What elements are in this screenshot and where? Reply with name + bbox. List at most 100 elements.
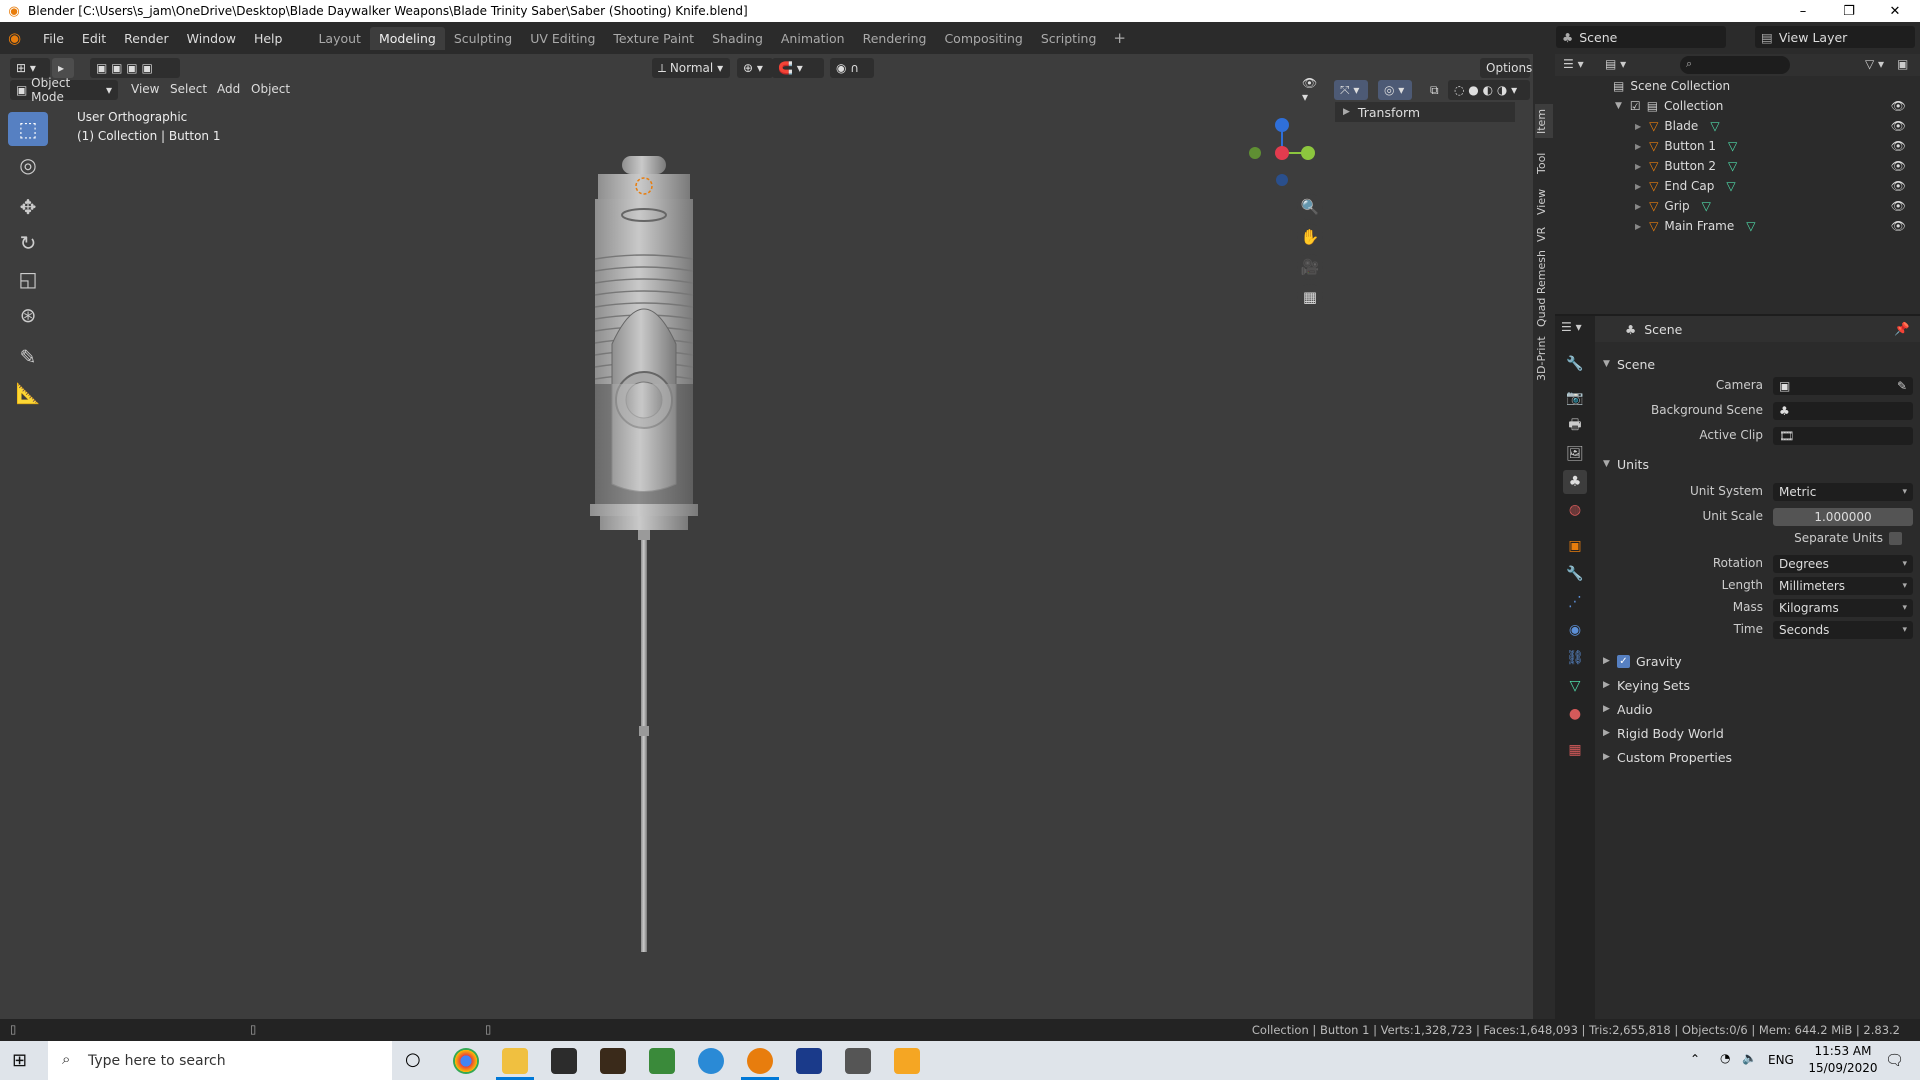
visibility-eye-icon[interactable]: 👁 [1891, 119, 1906, 133]
expand-arrow-icon[interactable]: ▶ [1635, 142, 1641, 151]
tab-layout[interactable]: Layout [309, 27, 370, 50]
mode-dropdown[interactable]: ▣ Object Mode ▾ [10, 76, 118, 104]
mail-icon[interactable] [845, 1048, 871, 1074]
visibility-eye-icon[interactable]: 👁 [1891, 219, 1906, 233]
visibility-eye-icon[interactable]: 👁 [1891, 199, 1906, 213]
gravity-checkbox[interactable]: ✓ [1617, 654, 1630, 668]
network-icon[interactable]: ◔ [1720, 1051, 1730, 1065]
knife-model[interactable] [570, 94, 720, 974]
visibility-eye-icon[interactable]: 👁 [1891, 179, 1906, 193]
panel-scene[interactable]: ▼ Scene [1595, 353, 1920, 375]
viewport-menu-object[interactable]: Object [251, 82, 290, 96]
blender-menu-icon[interactable]: ◉ [8, 29, 34, 47]
menu-file[interactable]: File [34, 31, 73, 46]
tab-item[interactable]: Item [1535, 104, 1553, 138]
tab-tool[interactable]: Tool [1535, 146, 1553, 180]
background-scene-field[interactable]: ♣ [1773, 402, 1913, 420]
editor-type-button[interactable]: ⊞ ▾ [10, 58, 50, 78]
tool-tab-icon[interactable]: 🔧 [1563, 352, 1587, 376]
panel-units[interactable]: ▼ Units [1595, 453, 1920, 475]
zoom-icon[interactable]: 🔍 [1297, 194, 1323, 220]
outliner-scene-collection[interactable]: ▤ Scene Collection [1555, 76, 1920, 96]
transform-panel-header[interactable]: ▶ Transform [1335, 102, 1515, 122]
notifications-icon[interactable]: 🗨 [1885, 1051, 1904, 1069]
pin-icon[interactable]: 📌 [1894, 321, 1910, 337]
outliner-object-button-1[interactable]: ▶ ▽ Button 1 ▽ 👁 [1555, 136, 1920, 156]
filter-icon[interactable]: ▽ ▾ [1865, 57, 1884, 71]
visibility-eye-icon[interactable]: 👁 [1891, 99, 1906, 113]
app-icon-2[interactable] [600, 1048, 626, 1074]
app-icon-5[interactable] [796, 1048, 822, 1074]
separate-units-checkbox[interactable] [1889, 532, 1902, 545]
tab-view[interactable]: View [1535, 184, 1553, 220]
collapse-arrow-icon[interactable]: ▼ [1615, 101, 1622, 111]
view-layer-tab-icon[interactable]: 🖼 [1563, 442, 1587, 466]
material-tab-icon[interactable]: ● [1563, 702, 1587, 726]
tab-sculpting[interactable]: Sculpting [445, 27, 521, 50]
object-tab-icon[interactable]: ▣ [1563, 534, 1587, 558]
length-dropdown[interactable]: Millimeters ▾ [1773, 577, 1913, 595]
3d-viewport[interactable]: ⊞ ▾ ▸ ▣ ▣ ▣ ▣ ⟂ Normal ▾ ⊕ ▾ 🧲 ▾ ◉ ∩ Opt… [0, 54, 1542, 1019]
time-dropdown[interactable]: Seconds ▾ [1773, 621, 1913, 639]
cursor-tool-icon[interactable]: ◎ [8, 148, 48, 182]
checkbox-icon[interactable]: ☑ [1630, 99, 1641, 113]
cortana-icon[interactable]: ○ [405, 1049, 421, 1070]
select-tool-icon[interactable]: ▸ [52, 58, 74, 78]
proportional-edit-icon[interactable]: ◉ ∩ [830, 58, 874, 78]
tab-animation[interactable]: Animation [772, 27, 854, 50]
file-explorer-icon[interactable] [502, 1048, 528, 1074]
ortho-grid-icon[interactable]: ▦ [1297, 284, 1323, 310]
scale-tool-icon[interactable]: ◱ [8, 262, 48, 296]
minimize-button[interactable]: – [1780, 0, 1826, 22]
unit-system-dropdown[interactable]: Metric ▾ [1773, 483, 1913, 501]
unit-scale-field[interactable]: 1.000000 [1773, 508, 1913, 526]
pan-hand-icon[interactable]: ✋ [1297, 224, 1323, 250]
outliner-object-grip[interactable]: ▶ ▽ Grip ▽ 👁 [1555, 196, 1920, 216]
transform-orientation-dropdown[interactable]: ⟂ Normal ▾ [652, 58, 730, 78]
outliner-collection[interactable]: ▼ ☑ ▤ Collection 👁 [1555, 96, 1920, 116]
options-dropdown[interactable]: Options ▾ [1480, 58, 1542, 78]
transform-tool-icon[interactable]: ⊛ [8, 298, 48, 332]
pivot-point-icon[interactable]: ⊕ ▾ [737, 58, 773, 78]
snapping-icon[interactable]: 🧲 ▾ [772, 58, 824, 78]
menu-window[interactable]: Window [178, 31, 245, 46]
panel-rigid-body-world[interactable]: ▶ Rigid Body World [1595, 722, 1920, 744]
visibility-eye-icon[interactable]: 👁 [1891, 159, 1906, 173]
close-button[interactable]: ✕ [1872, 0, 1918, 22]
mesh-data-tab-icon[interactable]: ▽ [1563, 674, 1587, 698]
volume-icon[interactable]: 🔈 [1742, 1051, 1757, 1065]
app-icon-6[interactable] [894, 1048, 920, 1074]
camera-field[interactable]: ▣ ✎ [1773, 377, 1913, 395]
windows-start-icon[interactable]: ⊞ [12, 1050, 27, 1071]
tab-scripting[interactable]: Scripting [1032, 27, 1106, 50]
scene-selector[interactable]: ♣ Scene [1556, 26, 1726, 48]
render-tab-icon[interactable]: 📷 [1563, 386, 1587, 410]
scene-tab-icon[interactable]: ♣ [1563, 470, 1587, 494]
outliner-search-input[interactable]: ⌕ [1680, 56, 1790, 74]
particles-tab-icon[interactable]: ⋰ [1563, 590, 1587, 614]
expand-arrow-icon[interactable]: ▶ [1635, 122, 1641, 131]
visibility-icon[interactable]: 👁 ▾ [1296, 76, 1324, 104]
viewport-menu-view[interactable]: View [131, 82, 159, 96]
expand-arrow-icon[interactable]: ▶ [1635, 222, 1641, 231]
outliner-object-button-2[interactable]: ▶ ▽ Button 2 ▽ 👁 [1555, 156, 1920, 176]
app-icon-4[interactable] [698, 1048, 724, 1074]
tab-compositing[interactable]: Compositing [935, 27, 1031, 50]
shading-mode-buttons[interactable]: ◌ ● ◐ ◑ ▾ [1448, 80, 1530, 100]
eyedropper-icon[interactable]: ✎ [1897, 379, 1907, 393]
panel-gravity[interactable]: ▶ ✓ Gravity [1595, 650, 1920, 672]
clock-time[interactable]: 11:53 AM [1806, 1044, 1880, 1058]
display-mode-icon[interactable]: ☰ ▾ [1563, 57, 1584, 71]
tray-chevron-icon[interactable]: ⌃ [1690, 1052, 1700, 1066]
tab-vr[interactable]: VR [1535, 222, 1553, 246]
viewport-menu-add[interactable]: Add [217, 82, 240, 96]
tab-rendering[interactable]: Rendering [854, 27, 936, 50]
world-tab-icon[interactable]: ◍ [1563, 498, 1587, 522]
blender-taskbar-icon[interactable] [747, 1048, 773, 1074]
view-layer-selector[interactable]: ▤ View Layer [1755, 26, 1915, 48]
panel-custom-properties[interactable]: ▶ Custom Properties [1595, 746, 1920, 768]
output-tab-icon[interactable]: 🖶 [1563, 414, 1587, 438]
app-icon-1[interactable] [551, 1048, 577, 1074]
chrome-icon[interactable] [453, 1048, 479, 1074]
outliner-object-end-cap[interactable]: ▶ ▽ End Cap ▽ 👁 [1555, 176, 1920, 196]
